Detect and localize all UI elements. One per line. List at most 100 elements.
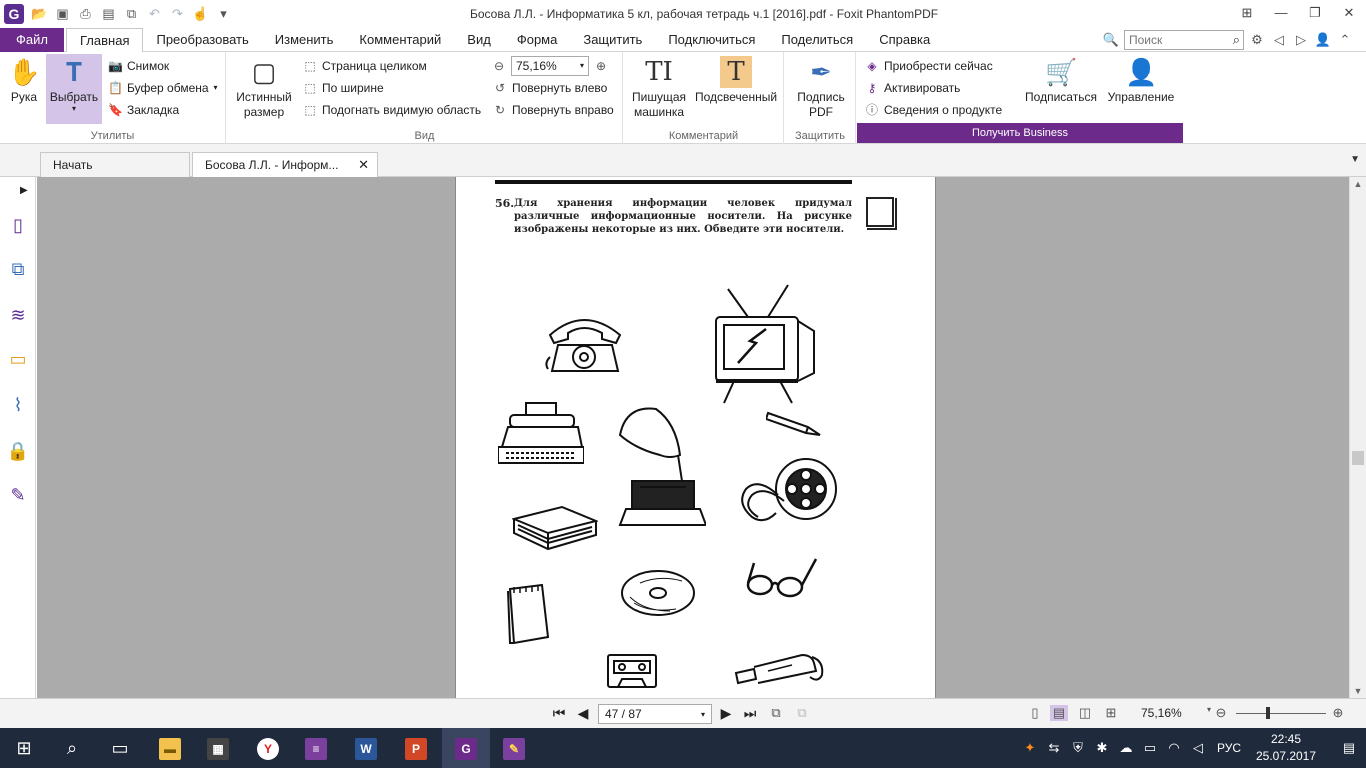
tab-edit[interactable]: Изменить bbox=[262, 28, 347, 52]
foxit-taskbar-icon[interactable]: G bbox=[442, 728, 490, 768]
tray-wifi-icon[interactable]: ◠ bbox=[1164, 728, 1184, 768]
zoom-level[interactable]: 75,16% bbox=[1141, 706, 1182, 720]
comments-icon[interactable]: ▭ bbox=[6, 347, 30, 371]
forward-icon[interactable]: ▷ bbox=[1292, 32, 1310, 48]
select-tool-button[interactable]: 𝐓 Выбрать ▾ bbox=[46, 54, 102, 124]
settings-gear-icon[interactable]: ⚙ bbox=[1248, 32, 1266, 48]
zoom-out-icon[interactable]: ⊖ bbox=[492, 59, 506, 73]
tray-shield-icon[interactable]: ⛨ bbox=[1068, 728, 1088, 768]
sign-pdf-button[interactable]: ✒ Подпись PDF bbox=[791, 56, 851, 120]
tray-network-share-icon[interactable]: ⇆ bbox=[1044, 728, 1064, 768]
yandex-browser-icon[interactable]: Y bbox=[244, 728, 292, 768]
close-window-icon[interactable]: ✕ bbox=[1332, 0, 1366, 26]
scroll-down-icon[interactable]: ▼ bbox=[1350, 686, 1366, 696]
action-center-icon[interactable]: ▤ bbox=[1336, 728, 1362, 768]
snapshot-button[interactable]: 📷 Снимок bbox=[108, 56, 169, 76]
tray-clock[interactable]: 22:45 25.07.2017 bbox=[1251, 731, 1321, 765]
highlight-button[interactable]: T Подсвеченный bbox=[692, 56, 780, 105]
ribbon-options-icon[interactable]: ⊞ bbox=[1230, 0, 1264, 26]
fit-page-button[interactable]: ⬚ Страница целиком bbox=[303, 56, 426, 76]
properties-icon[interactable]: ▤ bbox=[99, 5, 118, 23]
tray-bluetooth-icon[interactable]: ✱ bbox=[1092, 728, 1112, 768]
tray-cloud-icon[interactable]: ☁ bbox=[1116, 728, 1136, 768]
save-icon[interactable]: ▣ bbox=[53, 5, 72, 23]
word-icon[interactable]: W bbox=[342, 728, 390, 768]
continuous-page-icon[interactable]: ▤ bbox=[1050, 705, 1068, 721]
task-view-icon[interactable]: ▭ bbox=[96, 728, 144, 768]
tab-view[interactable]: Вид bbox=[454, 28, 504, 52]
find-icon[interactable]: 🔍 bbox=[1102, 32, 1120, 48]
tray-volume-icon[interactable]: ◁ bbox=[1188, 728, 1208, 768]
next-page-icon[interactable]: ▶ bbox=[717, 705, 735, 722]
activate-button[interactable]: ⚷ Активировать bbox=[865, 78, 961, 98]
hand-tool-button[interactable]: ✋ Рука bbox=[4, 56, 44, 105]
next-view-icon[interactable]: ⧉ bbox=[793, 705, 811, 721]
zoom-slider-knob[interactable] bbox=[1266, 707, 1270, 719]
rotate-right-button[interactable]: ↻ Повернуть вправо bbox=[493, 100, 614, 120]
tab-form[interactable]: Форма bbox=[504, 28, 571, 52]
open-folder-icon[interactable]: 📂 bbox=[30, 5, 49, 23]
zoom-in-icon[interactable]: ⊕ bbox=[594, 59, 608, 73]
clipboard-button[interactable]: 📋 Буфер обмена ▾ bbox=[108, 78, 218, 98]
product-info-button[interactable]: ⓘ Сведения о продукте bbox=[865, 100, 1002, 120]
vertical-scrollbar[interactable]: ▲ ▼ bbox=[1349, 177, 1366, 698]
scroll-up-icon[interactable]: ▲ bbox=[1350, 179, 1366, 189]
undo-icon[interactable]: ↶ bbox=[145, 5, 164, 23]
tab-document[interactable]: Босова Л.Л. - Информ... ✕ bbox=[192, 152, 378, 177]
expand-panel-icon[interactable]: ▶ bbox=[20, 185, 28, 196]
zoom-combo[interactable]: 75,16% ▾ bbox=[511, 56, 589, 76]
calculator-icon[interactable]: ▦ bbox=[194, 728, 242, 768]
fit-width-button[interactable]: ⬚ По ширине bbox=[303, 78, 383, 98]
search-icon[interactable]: ⌕ bbox=[1233, 32, 1240, 48]
facing-pages-icon[interactable]: ◫ bbox=[1076, 705, 1094, 721]
close-tab-icon[interactable]: ✕ bbox=[358, 153, 369, 177]
fit-visible-button[interactable]: ⬚ Подогнать видимую область bbox=[303, 100, 481, 120]
layers-pages-icon[interactable]: ⧉ bbox=[6, 257, 30, 281]
tab-start[interactable]: Начать bbox=[40, 152, 190, 177]
previous-page-icon[interactable]: ◀ bbox=[574, 705, 592, 722]
single-page-icon[interactable]: ▯ bbox=[1026, 705, 1044, 721]
print-icon[interactable]: ⎙ bbox=[76, 5, 95, 23]
new-window-icon[interactable]: ⧉ bbox=[122, 5, 141, 23]
tabs-list-icon[interactable]: ▼ bbox=[1350, 154, 1360, 165]
start-windows-icon[interactable]: ⊞ bbox=[0, 728, 48, 768]
powerpoint-icon[interactable]: P bbox=[392, 728, 440, 768]
file-menu[interactable]: Файл bbox=[0, 28, 64, 52]
taskbar-search-icon[interactable]: ⌕ bbox=[48, 728, 96, 768]
tab-help[interactable]: Справка bbox=[866, 28, 943, 52]
search-input[interactable] bbox=[1125, 31, 1225, 49]
security-lock-icon[interactable]: 🔒 bbox=[6, 439, 30, 463]
last-page-icon[interactable]: ⏭ bbox=[741, 705, 759, 722]
tab-connect[interactable]: Подключиться bbox=[655, 28, 768, 52]
layers-icon[interactable]: ≋ bbox=[6, 303, 30, 327]
first-page-icon[interactable]: ⏮ bbox=[550, 705, 568, 722]
zoom-in-status-icon[interactable]: ⊕ bbox=[1329, 705, 1347, 721]
buy-now-button[interactable]: ◈ Приобрести сейчас bbox=[865, 56, 992, 76]
rotate-left-button[interactable]: ↺ Повернуть влево bbox=[493, 78, 607, 98]
tray-app-icon[interactable]: ✦ bbox=[1020, 728, 1040, 768]
redo-icon[interactable]: ↷ bbox=[168, 5, 187, 23]
bookmark-button[interactable]: 🔖 Закладка bbox=[108, 100, 179, 120]
get-business-banner[interactable]: Получить Business bbox=[857, 123, 1183, 143]
collapse-ribbon-icon[interactable]: ⌃ bbox=[1336, 32, 1354, 48]
tab-protect[interactable]: Защитить bbox=[570, 28, 655, 52]
tray-battery-icon[interactable]: ▭ bbox=[1140, 728, 1160, 768]
pen-app-icon[interactable]: ✎ bbox=[490, 728, 538, 768]
winrar-icon[interactable]: ≡ bbox=[292, 728, 340, 768]
tray-language[interactable]: РУС bbox=[1214, 728, 1244, 768]
user-icon[interactable]: 👤 bbox=[1314, 32, 1332, 48]
subscribe-button[interactable]: 🛒 Подписаться bbox=[1021, 56, 1101, 105]
previous-view-icon[interactable]: ⧉ bbox=[767, 705, 785, 721]
typewriter-button[interactable]: TI Пишущая машинка bbox=[630, 56, 688, 120]
signature-validate-icon[interactable]: ✎ bbox=[6, 483, 30, 507]
document-viewport[interactable]: 56. Для хранения информации человек прид… bbox=[37, 177, 1349, 698]
back-icon[interactable]: ◁ bbox=[1270, 32, 1288, 48]
attachments-icon[interactable]: ⌇ bbox=[6, 393, 30, 417]
zoom-slider[interactable] bbox=[1236, 713, 1326, 714]
tab-home[interactable]: Главная bbox=[66, 28, 144, 53]
tab-convert[interactable]: Преобразовать bbox=[143, 28, 261, 52]
page-thumbnails-icon[interactable]: ▯ bbox=[6, 213, 30, 237]
file-explorer-icon[interactable]: ▬ bbox=[146, 728, 194, 768]
continuous-facing-icon[interactable]: ⊞ bbox=[1102, 705, 1120, 721]
restore-icon[interactable]: ❐ bbox=[1298, 0, 1332, 26]
